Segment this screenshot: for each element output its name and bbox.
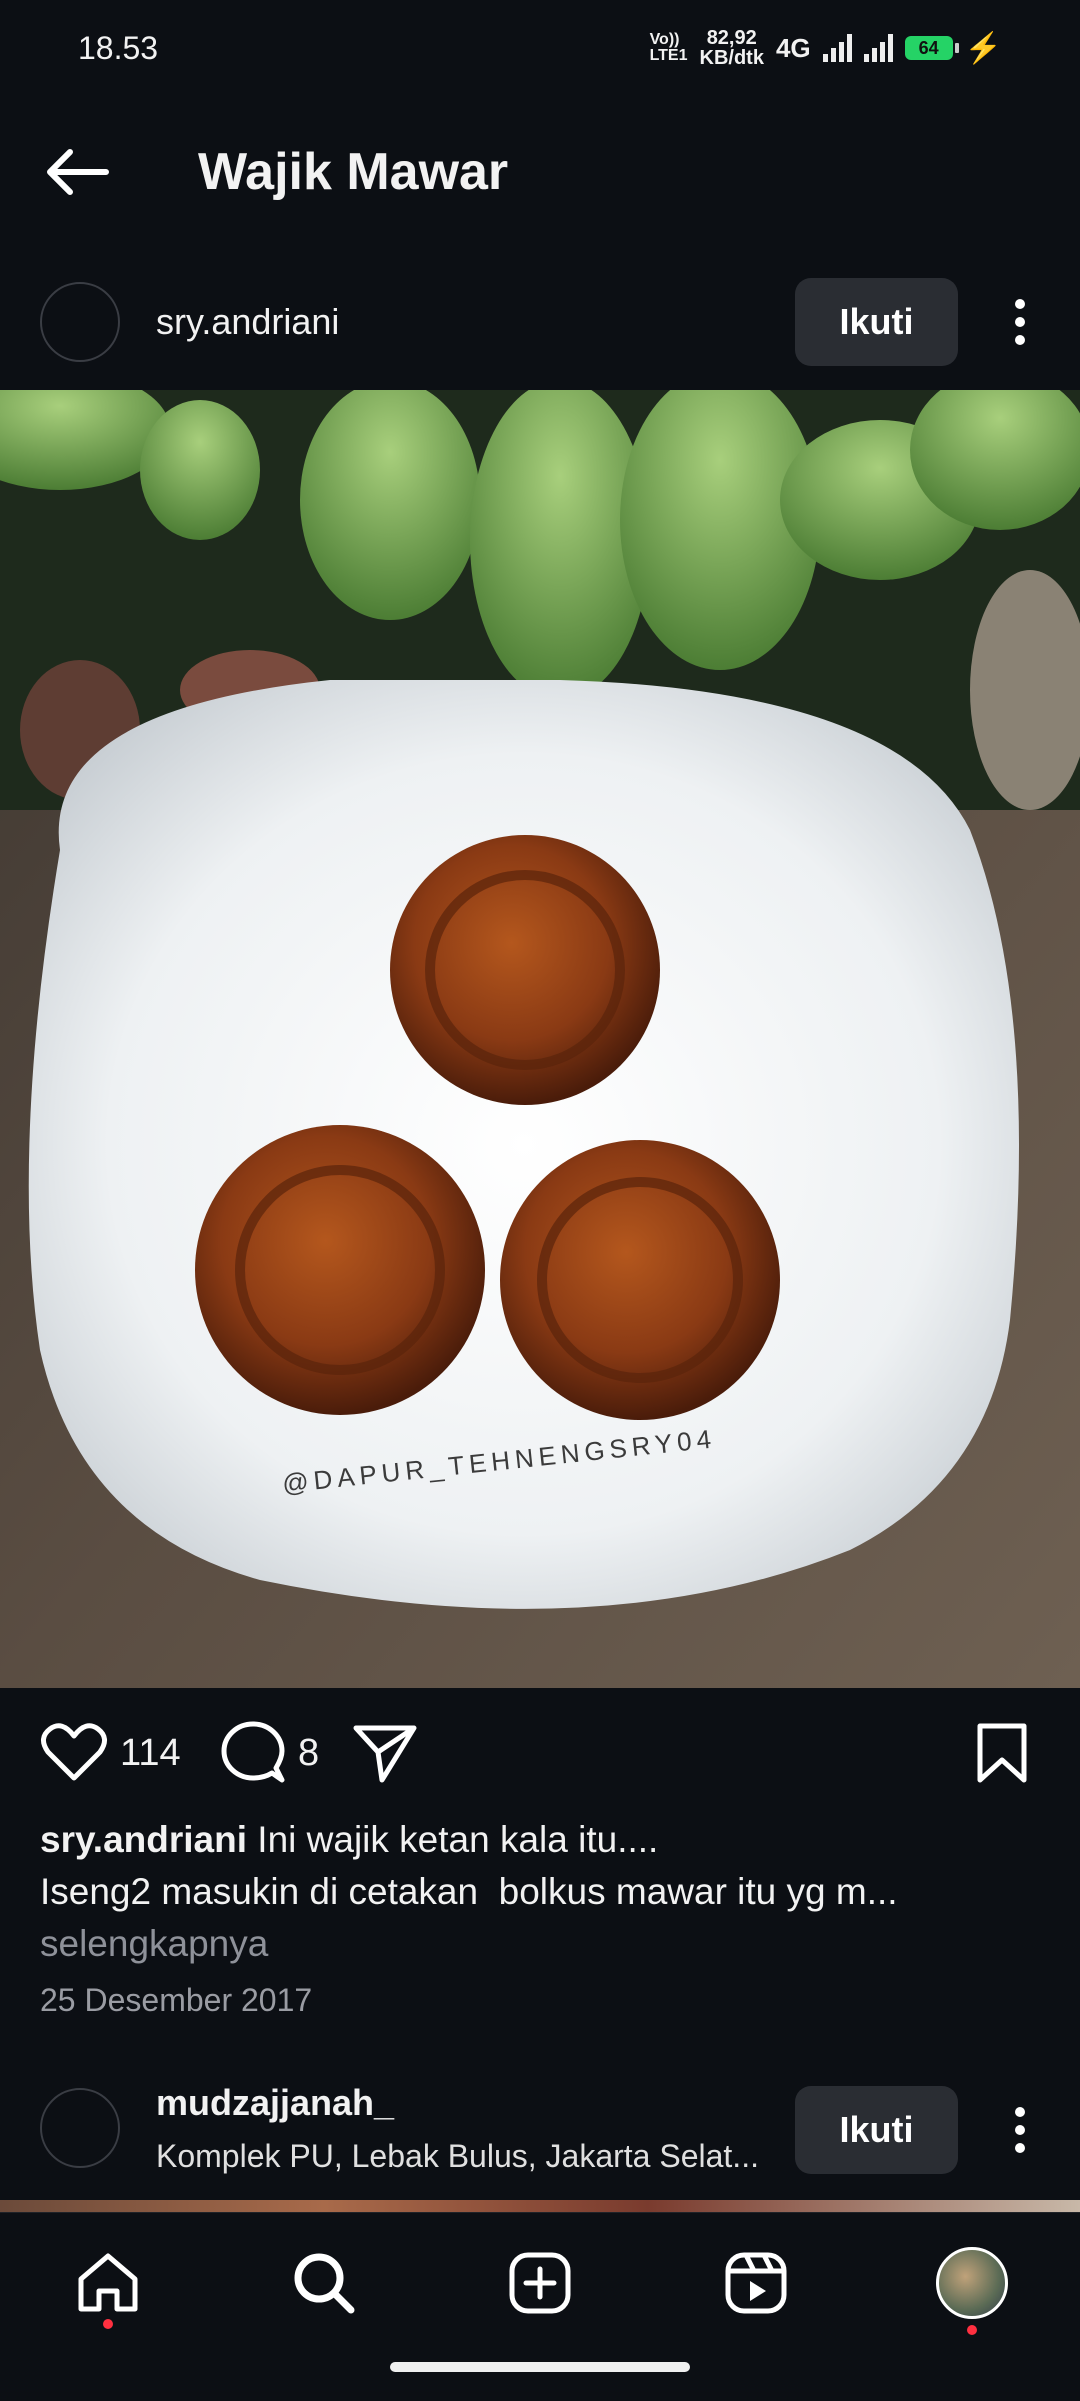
network-speed: 82,92 KB/dtk — [699, 27, 764, 69]
home-icon — [78, 2253, 138, 2312]
post-caption: sry.andriani Ini wajik ketan kala itu...… — [40, 1814, 1040, 1970]
next-post-image-peek[interactable] — [0, 2200, 1080, 2212]
avatar[interactable] — [40, 2088, 120, 2168]
post-date: 25 Desember 2017 — [40, 1982, 313, 2018]
nav-home[interactable] — [68, 2243, 148, 2329]
more-options-icon[interactable] — [1000, 292, 1040, 352]
top-app-bar: Wajik Mawar — [0, 120, 1080, 224]
reels-icon — [725, 2252, 787, 2314]
follow-button[interactable]: Ikuti — [795, 278, 958, 366]
back-arrow-icon[interactable] — [40, 142, 112, 202]
signal-icon — [822, 34, 852, 62]
gesture-home-bar[interactable] — [390, 2362, 690, 2372]
nav-profile[interactable] — [932, 2243, 1012, 2335]
more-options-icon[interactable] — [1000, 2100, 1040, 2160]
heart-icon — [41, 1723, 107, 1781]
food-photo-illustration: @DAPUR_TEHNENGSRY04 — [0, 390, 1080, 1688]
share-button[interactable] — [352, 1712, 418, 1794]
post-header: sry.andriani Ikuti — [0, 262, 1080, 382]
charging-icon: ⚡ — [964, 31, 1002, 65]
status-time: 18.53 — [78, 29, 159, 66]
nav-search[interactable] — [284, 2243, 364, 2323]
caption-text-line1: Ini wajik ketan kala itu.... — [257, 1819, 659, 1860]
battery-icon: 64 — [904, 36, 959, 60]
add-post-icon — [509, 2252, 571, 2314]
like-button[interactable]: 114 — [40, 1712, 181, 1794]
network-type: 4G — [775, 32, 811, 63]
page-title: Wajik Mawar — [198, 143, 509, 201]
caption-text-line2: Iseng2 masukin di cetakan bolkus mawar i… — [40, 1871, 898, 1912]
follow-button[interactable]: Ikuti — [795, 2086, 958, 2174]
save-button[interactable] — [974, 1712, 1030, 1794]
post-image[interactable]: @DAPUR_TEHNENGSRY04 — [0, 390, 1080, 1688]
post-actions: 114 8 — [0, 1712, 1080, 1794]
bookmark-icon — [977, 1723, 1027, 1783]
next-post-header: mudzajjanah_ Komplek PU, Lebak Bulus, Ja… — [0, 2080, 1080, 2180]
volte-icon: Vo)) LTE1 — [649, 31, 688, 64]
status-bar: 18.53 Vo)) LTE1 82,92 KB/dtk 4G 64 ⚡ — [0, 0, 1080, 96]
comment-icon — [221, 1721, 285, 1783]
send-icon — [353, 1725, 417, 1783]
like-count: 114 — [120, 1731, 181, 1774]
avatar[interactable] — [40, 282, 120, 362]
comment-button[interactable]: 8 — [220, 1712, 319, 1794]
status-icons: Vo)) LTE1 82,92 KB/dtk 4G 64 ⚡ — [650, 28, 1002, 68]
notification-dot — [103, 2319, 113, 2329]
signal-icon-2 — [863, 34, 893, 62]
comment-count: 8 — [298, 1731, 320, 1774]
next-post-location[interactable]: Komplek PU, Lebak Bulus, Jakarta Selat..… — [156, 2138, 759, 2175]
nav-create[interactable] — [500, 2243, 580, 2323]
notification-dot — [967, 2325, 977, 2335]
next-post-username[interactable]: mudzajjanah_ — [156, 2082, 394, 2124]
post-username[interactable]: sry.andriani — [156, 301, 339, 343]
nav-reels[interactable] — [716, 2243, 796, 2323]
search-icon — [294, 2253, 355, 2314]
see-more-link[interactable]: selengkapnya — [40, 1918, 1040, 1970]
caption-username[interactable]: sry.andriani — [40, 1819, 247, 1860]
profile-avatar — [936, 2247, 1008, 2319]
bottom-navigation — [0, 2212, 1080, 2401]
